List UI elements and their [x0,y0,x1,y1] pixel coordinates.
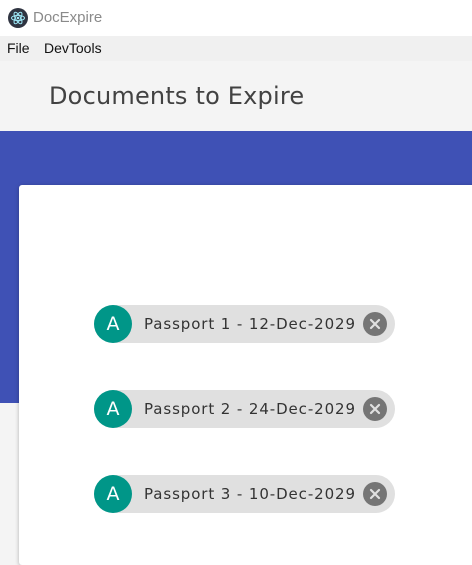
page-title: Documents to Expire [49,82,305,110]
electron-app-icon [8,8,28,28]
chip-label: Passport 2 - 24-Dec-2029 [144,400,356,418]
menu-file[interactable]: File [7,40,30,56]
app-header: Documents to Expire [0,61,472,131]
menu-bar: File DevTools [0,36,472,61]
close-icon[interactable] [363,482,387,506]
chip-avatar: A [94,390,132,428]
window-titlebar: DocExpire [0,0,472,36]
chip-label: Passport 1 - 12-Dec-2029 [144,315,356,333]
document-chip[interactable]: A Passport 3 - 10-Dec-2029 [94,475,395,513]
chip-avatar: A [94,475,132,513]
menu-devtools[interactable]: DevTools [44,40,102,56]
chip-label: Passport 3 - 10-Dec-2029 [144,485,356,503]
close-icon[interactable] [363,397,387,421]
close-icon[interactable] [363,312,387,336]
document-chip[interactable]: A Passport 2 - 24-Dec-2029 [94,390,395,428]
window-title: DocExpire [33,9,103,26]
document-chip[interactable]: A Passport 1 - 12-Dec-2029 [94,305,395,343]
chip-avatar: A [94,305,132,343]
